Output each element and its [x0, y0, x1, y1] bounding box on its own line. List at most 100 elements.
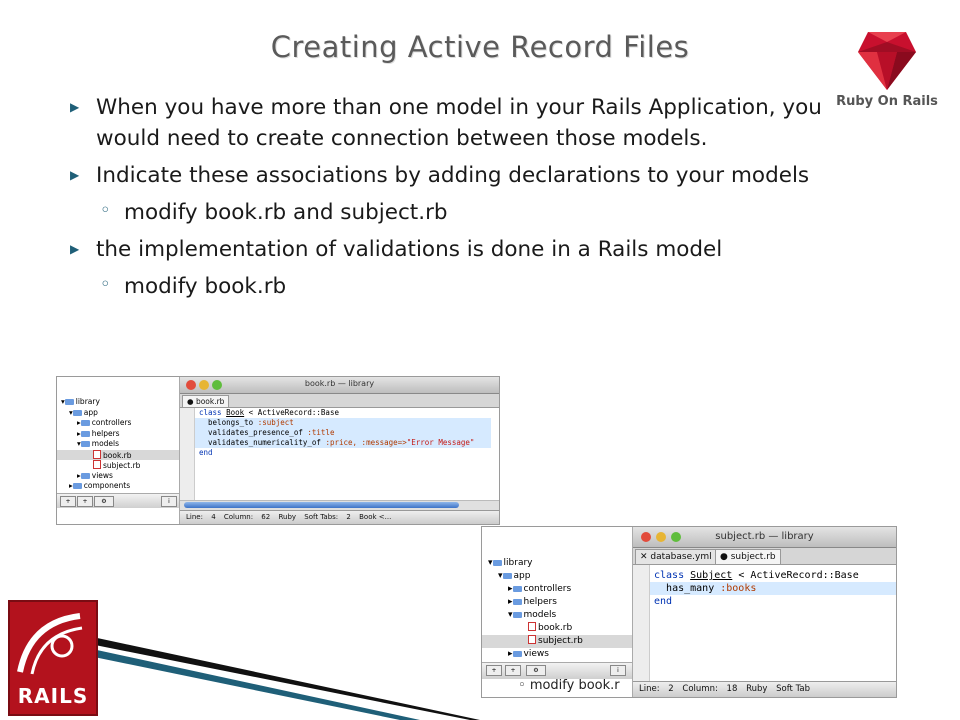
language-selector[interactable]: Ruby: [278, 513, 296, 521]
tree-item-library[interactable]: ▾ library: [482, 557, 632, 570]
folder-icon: [80, 430, 90, 437]
bullet-text: the implementation of validations is don…: [96, 237, 723, 262]
code-line: end: [654, 596, 673, 607]
drawer-toolbar: + + ⚙ i: [482, 662, 632, 679]
overlapped-text: ◦ modify book.r: [518, 678, 620, 693]
sub-bullet-circle-icon: ◦: [100, 274, 111, 295]
code-line: validates_numericality_of :price, :messa…: [195, 438, 491, 448]
symbol-selector[interactable]: Book <...: [359, 513, 391, 521]
line-gutter: [633, 565, 650, 683]
code-line: has_many :books: [650, 582, 896, 595]
ruby-file-icon: [528, 622, 536, 631]
tree-item-subject-rb[interactable]: subject.rb: [482, 635, 632, 648]
folder-icon: [64, 399, 74, 405]
sub-bullet-text: modify book.rb and subject.rb: [124, 200, 448, 225]
rails-logo: RAILS: [8, 600, 98, 716]
tree-item-helpers[interactable]: ▸ helpers: [57, 429, 179, 440]
bullet-list: ▶ When you have more than one model in y…: [70, 92, 870, 308]
code-area[interactable]: class Subject < ActiveRecord::Base has_m…: [650, 569, 896, 679]
tree-item-models[interactable]: ▾ models: [482, 609, 632, 622]
bullet-text: When you have more than one model in you…: [96, 95, 822, 151]
folder-icon: [512, 599, 522, 605]
ruby-gem-icon: [858, 32, 916, 90]
tab-size-selector[interactable]: 2: [346, 513, 350, 521]
info-icon[interactable]: i: [161, 496, 177, 507]
decorative-swoosh: [60, 630, 480, 720]
bullet-arrow-icon: ▶: [70, 168, 80, 182]
folder-icon: [512, 612, 522, 618]
language-selector[interactable]: Ruby: [746, 684, 767, 694]
tab-database-yml[interactable]: ✕ database.yml: [635, 549, 717, 564]
horizontal-scrollbar[interactable]: [180, 500, 499, 510]
editor-window-subject: ▾ library ▾ app ▸ controllers ▸ helpers ▾ mod…: [481, 526, 897, 698]
tree-item-subject-rb[interactable]: subject.rb: [57, 460, 179, 471]
sub-bullet-item: ◦ modify book.rb: [70, 271, 870, 302]
new-folder-icon[interactable]: +: [505, 665, 521, 676]
status-bar: Line: 2 Column: 18 Ruby Soft Tab: [633, 681, 896, 697]
folder-icon: [492, 560, 502, 566]
code-line: validates_presence_of :title: [195, 428, 491, 438]
window-title: subject.rb — library: [715, 531, 814, 542]
ruby-file-icon: [93, 449, 101, 459]
tab-bar: ✕ database.yml ● subject.rb: [633, 548, 896, 565]
bullet-item: ▶ Indicate these associations by adding …: [70, 160, 870, 191]
folder-icon: [502, 573, 512, 579]
tree-item-controllers[interactable]: ▸ controllers: [57, 418, 179, 429]
line-gutter: [180, 408, 195, 500]
bullet-item: ▶ the implementation of validations is d…: [70, 234, 870, 265]
folder-icon: [80, 420, 90, 426]
ruby-file-icon: [93, 460, 101, 469]
bullet-text: Indicate these associations by adding de…: [96, 163, 810, 188]
code-line: class Subject < ActiveRecord::Base: [654, 570, 859, 581]
info-icon[interactable]: i: [610, 665, 626, 676]
scroll-thumb[interactable]: [184, 502, 459, 508]
folder-icon: [80, 441, 90, 447]
gear-icon[interactable]: ⚙: [94, 496, 114, 507]
new-file-icon[interactable]: +: [60, 496, 76, 507]
bullet-arrow-icon: ▶: [70, 100, 80, 114]
rails-track-icon: [17, 613, 83, 675]
folder-icon: [72, 409, 82, 416]
folder-icon: [512, 651, 522, 657]
project-drawer: ▾ library ▾ app ▸ controllers ▸ helpers ▾ mod…: [57, 377, 180, 524]
tree-item-models[interactable]: ▾ models: [57, 439, 179, 450]
code-line: class Book < ActiveRecord::Base: [199, 408, 339, 417]
tree-item-controllers[interactable]: ▸ controllers: [482, 583, 632, 596]
new-folder-icon[interactable]: +: [77, 496, 93, 507]
code-line: end: [199, 448, 213, 457]
editor-window-book: ▾ library ▾ app ▸ controllers ▸ helpers ▾ mod…: [56, 376, 500, 525]
new-file-icon[interactable]: +: [486, 665, 502, 676]
tree-item-views[interactable]: ▸ views: [482, 648, 632, 661]
gear-icon[interactable]: ⚙: [526, 665, 546, 676]
folder-icon: [512, 586, 522, 592]
tree-item-app[interactable]: ▾ app: [482, 570, 632, 583]
title-bar: subject.rb — library: [633, 527, 896, 548]
tree-item-app[interactable]: ▾ app: [57, 408, 179, 419]
tree-item-book-rb[interactable]: book.rb: [482, 622, 632, 635]
editor-pane: subject.rb — library ✕ database.yml ● su…: [633, 527, 896, 697]
tree-item-helpers[interactable]: ▸ helpers: [482, 596, 632, 609]
sub-bullet-circle-icon: ◦: [100, 200, 111, 221]
title-bar: book.rb — library: [180, 377, 499, 394]
tree-item-book-rb[interactable]: book.rb: [57, 449, 179, 460]
code-area[interactable]: class Book < ActiveRecord::Base belongs_…: [195, 408, 491, 500]
editor-pane: book.rb — library ● book.rb class Book <…: [180, 377, 499, 524]
window-title: book.rb — library: [304, 379, 375, 388]
bullet-item: ▶ When you have more than one model in y…: [70, 92, 870, 154]
tree-item-views[interactable]: ▸ views: [57, 471, 179, 482]
tab-book-rb[interactable]: ● book.rb: [182, 395, 230, 407]
status-bar: Line: 4 Column: 62 Ruby Soft Tabs: 2 Boo…: [180, 510, 499, 524]
tree-item-library[interactable]: ▾ library: [57, 397, 179, 408]
drawer-toolbar: + + ⚙ i: [57, 493, 179, 508]
tree-item-components[interactable]: ▸ components: [57, 481, 179, 492]
folder-icon: [80, 472, 90, 479]
sub-bullet-text: modify book.rb: [124, 274, 287, 299]
tab-subject-rb[interactable]: ● subject.rb: [715, 549, 781, 564]
slide-title: Creating Active Record Files: [270, 30, 690, 64]
file-tree: ▾ library ▾ app ▸ controllers ▸ helpers ▾ mod…: [482, 557, 632, 661]
rails-logo-text: RAILS: [17, 684, 89, 708]
code-line: belongs_to :subject: [195, 418, 491, 428]
bullet-arrow-icon: ▶: [70, 242, 80, 256]
sub-bullet-item: ◦ modify book.rb and subject.rb: [70, 197, 870, 228]
project-drawer: ▾ library ▾ app ▸ controllers ▸ helpers ▾ mod…: [482, 527, 633, 697]
